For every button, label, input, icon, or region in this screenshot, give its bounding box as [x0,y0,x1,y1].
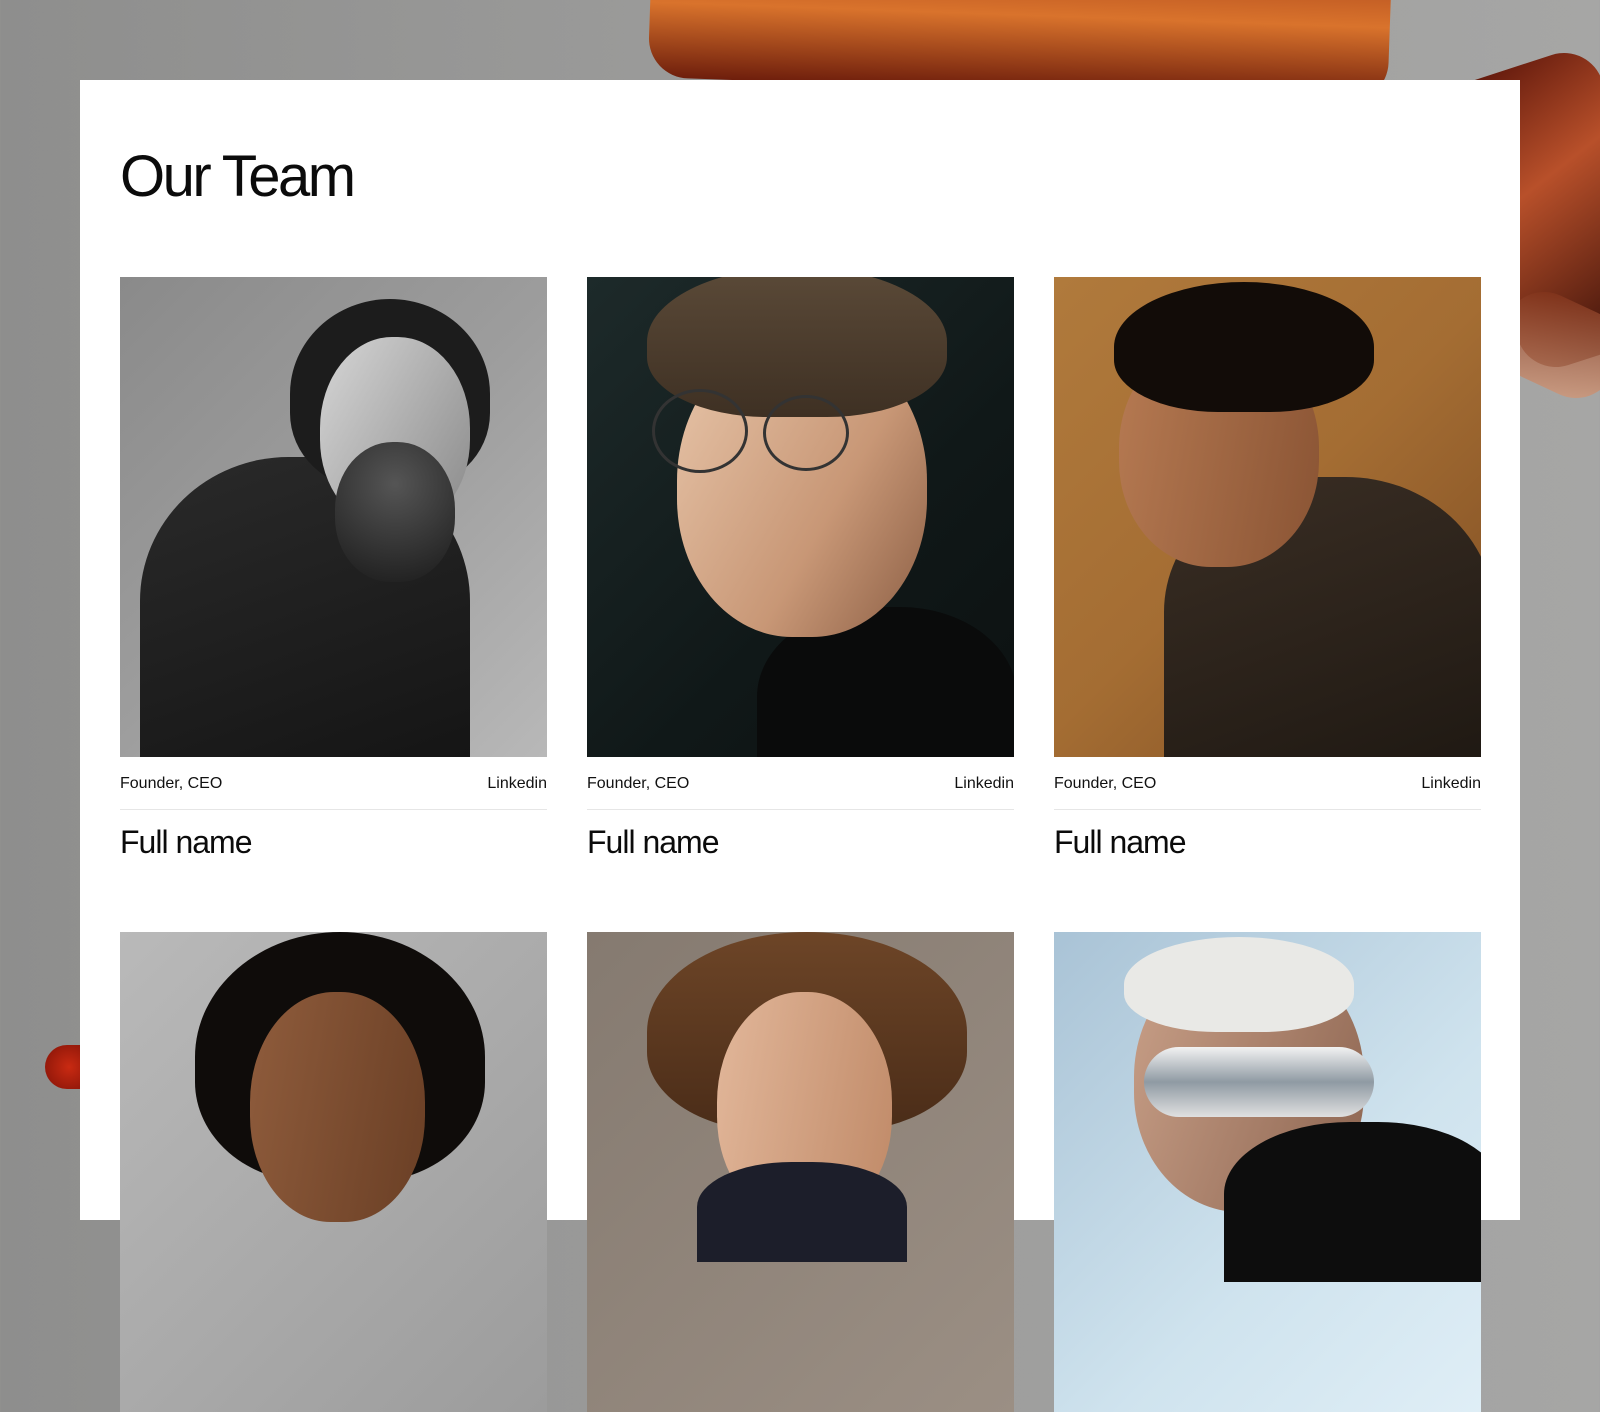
member-name: Full name [1054,824,1187,860]
team-card [1054,932,1481,1412]
member-photo [587,932,1014,1412]
member-name: Full name [120,824,253,860]
member-meta: Founder, CEO Linkedin [587,775,1014,810]
member-photo [1054,932,1481,1412]
member-photo [1054,277,1481,757]
team-card [587,932,1014,1412]
team-card [120,932,547,1412]
team-panel: Our Team Founder, CEO Linkedin Full name… [80,80,1520,1412]
member-photo [587,277,1014,757]
linkedin-link[interactable]: Linkedin [954,775,1014,793]
sunglasses-icon [1144,1047,1374,1117]
member-role: Founder, CEO [587,775,690,792]
member-role: Founder, CEO [1054,775,1157,792]
page-title: Our Team [120,144,356,209]
linkedin-link[interactable]: Linkedin [487,775,547,793]
team-card: Founder, CEO Linkedin Full name [587,277,1014,861]
team-card: Founder, CEO Linkedin Full name [1054,277,1481,861]
member-meta: Founder, CEO Linkedin [1054,775,1481,810]
member-photo [120,277,547,757]
member-role: Founder, CEO [120,775,223,792]
member-name: Full name [587,824,720,860]
member-photo [120,932,547,1412]
team-card: Founder, CEO Linkedin Full name [120,277,547,861]
member-meta: Founder, CEO Linkedin [120,775,547,810]
linkedin-link[interactable]: Linkedin [1421,775,1481,793]
